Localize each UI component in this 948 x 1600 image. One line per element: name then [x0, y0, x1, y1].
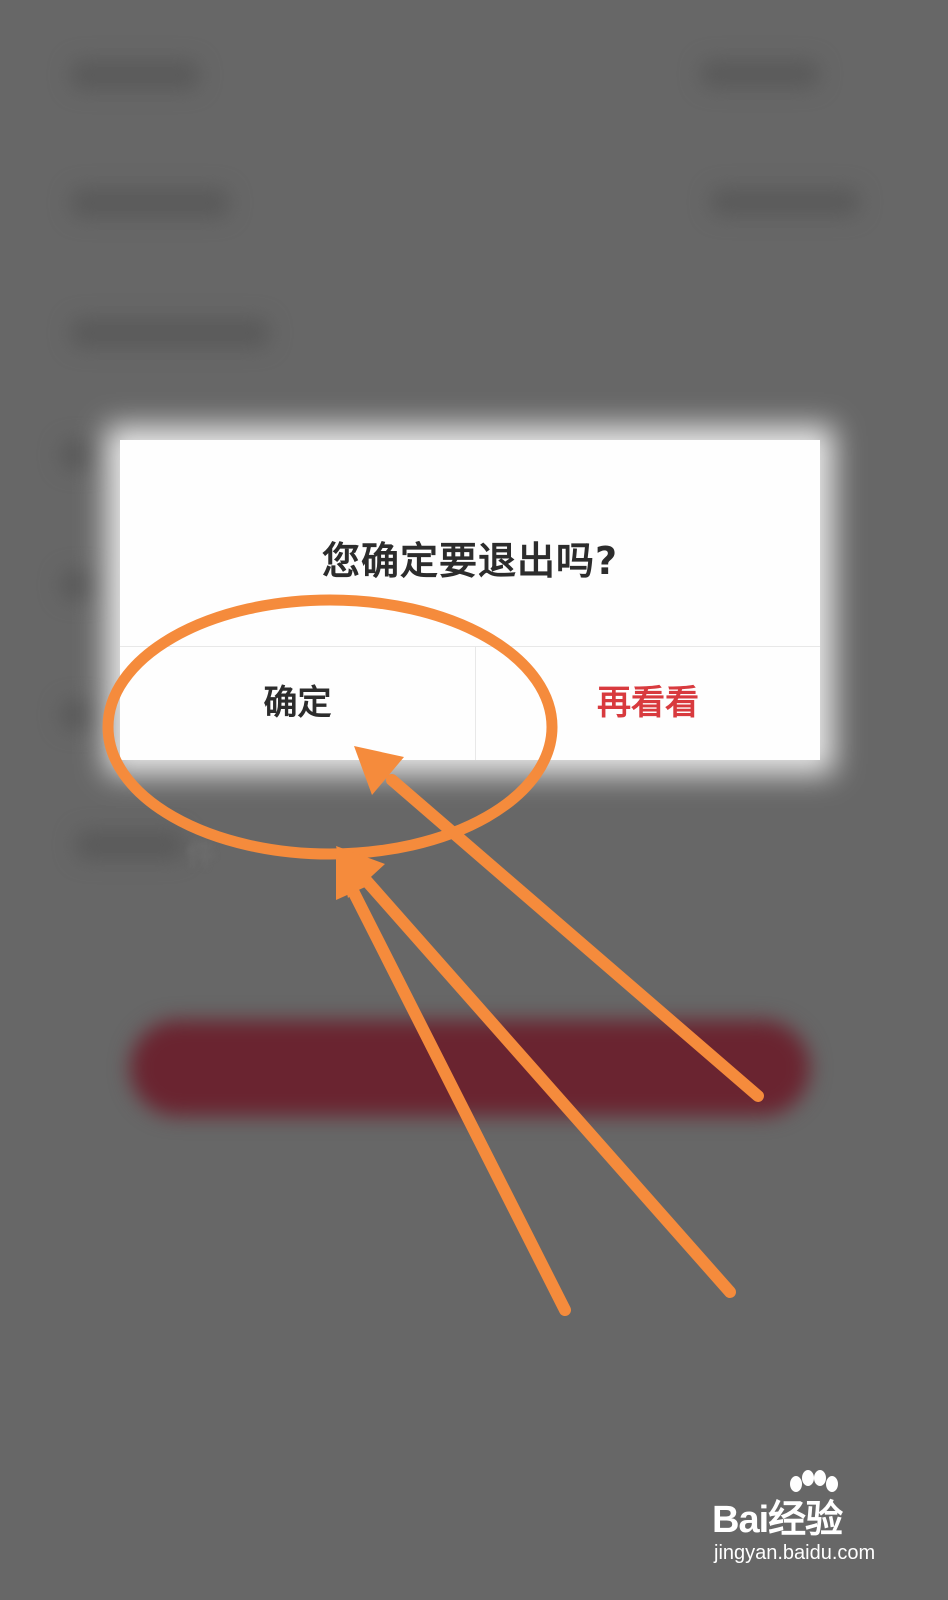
cancel-button[interactable]: 再看看	[476, 647, 820, 760]
blurred-row-1-value	[700, 60, 820, 88]
dialog-title: 您确定要退出吗?	[321, 539, 619, 583]
exit-confirm-dialog: 您确定要退出吗? 确定 再看看	[120, 440, 820, 760]
blurred-row-3-label	[70, 318, 270, 348]
blurred-row-7-label	[75, 830, 185, 860]
background-page: 件	[0, 0, 948, 1600]
baidu-jingyan-watermark: Bai经验 jingyan.baidu.com	[712, 1470, 912, 1578]
blurred-logout-button	[130, 1020, 810, 1116]
blurred-row-2-value	[710, 188, 860, 216]
watermark-brand: Bai经验	[712, 1499, 843, 1541]
blurred-row-4-label	[60, 440, 100, 470]
blurred-row-2-label	[70, 188, 230, 218]
confirm-button[interactable]: 确定	[120, 647, 475, 760]
watermark-url: jingyan.baidu.com	[714, 1542, 876, 1564]
blurred-row-1-label	[70, 60, 200, 90]
blurred-row-6-label	[60, 700, 100, 730]
blurred-row-5-label	[60, 570, 100, 600]
blurred-partial-text: 件	[186, 838, 216, 873]
